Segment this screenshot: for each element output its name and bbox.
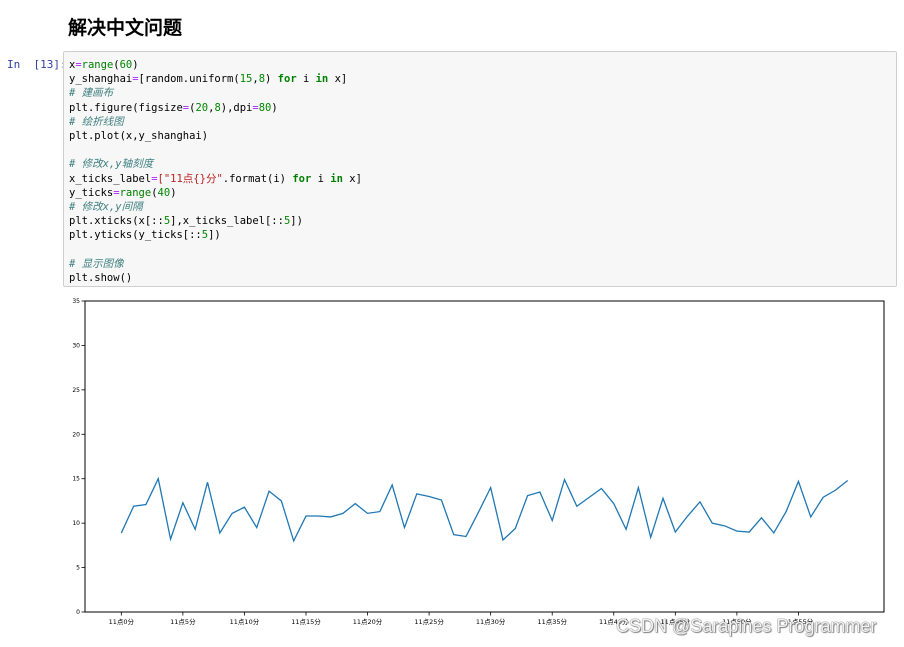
code-token: x] xyxy=(342,172,362,185)
plot-frame xyxy=(84,300,885,613)
y-tick-label: 5 xyxy=(76,565,80,572)
code-line: plt.plot(x,y_shanghai) xyxy=(69,129,362,143)
section-heading: 解决中文问题 xyxy=(68,17,183,39)
code-line: # 建画布 xyxy=(69,86,362,100)
code-token: y_ticks xyxy=(69,186,114,199)
code-token: plt.yticks(y_ticks[:: xyxy=(69,229,202,242)
code-token: range xyxy=(119,186,152,199)
code-token: ]) xyxy=(290,215,303,228)
code-token: plt.figure(figsize xyxy=(69,101,183,114)
code-token: 20 xyxy=(195,101,209,114)
code-token: # 绘折线图 xyxy=(69,115,124,128)
code-token: x_ticks_label xyxy=(69,172,152,185)
code-token: y_shanghai xyxy=(69,73,133,86)
watermark-text: CSDN @Sarapines Programmer xyxy=(616,616,877,636)
x-tick-label: 11点25分 xyxy=(414,617,444,626)
y-tick-label: 20 xyxy=(72,431,80,438)
y-tick-label: 25 xyxy=(72,387,80,394)
code-token: ) xyxy=(271,101,278,114)
x-tick-label: 11点30分 xyxy=(476,617,506,626)
code-token: # 显示图像 xyxy=(69,257,124,270)
code-token: for xyxy=(277,73,297,86)
code-token: ) xyxy=(132,59,139,71)
y-tick-label: 0 xyxy=(76,609,80,616)
code-line: # 绘折线图 xyxy=(69,115,362,129)
code-token: 15 xyxy=(239,73,253,86)
code-line: plt.yticks(y_ticks[::5]) xyxy=(69,228,362,242)
output-area: 0 5 10 15 20 25 30 35 11点0分 11点5分 11点10分 11点15分 11点… xyxy=(63,292,897,630)
code-token: i xyxy=(296,73,316,86)
code-token: 80 xyxy=(258,101,272,114)
code-token: i xyxy=(311,172,331,185)
code-token: ]) xyxy=(208,229,221,242)
x-tick-label: 11点15分 xyxy=(291,617,321,626)
code-line: # 显示图像 xyxy=(69,257,362,271)
code-token: range xyxy=(81,59,114,71)
code-line: # 修改x,y轴刻度 xyxy=(69,157,362,171)
code-token: plt.plot(x,y_shanghai) xyxy=(69,130,209,143)
code-token: ) xyxy=(265,73,278,86)
code-token: plt.show() xyxy=(69,272,133,285)
code-token: ],x_ticks_label[:: xyxy=(170,215,284,228)
code-line: y_ticks=range(40) xyxy=(69,186,362,200)
code-editor[interactable]: x=range(60) y_shanghai=[random.uniform(15… xyxy=(69,58,362,285)
code-token: .format(i) xyxy=(222,172,293,185)
x-tick-label: 11点0分 xyxy=(109,617,135,626)
code-line: plt.show() xyxy=(69,271,362,285)
code-token: # 建画布 xyxy=(69,87,114,100)
code-token: # 修改x,y轴刻度 xyxy=(69,158,154,171)
line-chart: 0 5 10 15 20 25 30 35 11点0分 11点5分 11点10分 11点15分 11点… xyxy=(72,298,885,626)
y-tick-label: 35 xyxy=(72,298,80,305)
input-prompt: In [13]: xyxy=(7,58,67,71)
y-tick-label: 15 xyxy=(72,476,80,483)
code-line: y_shanghai=[random.uniform(15,8) for i i… xyxy=(69,72,362,86)
x-tick-label: 11点35分 xyxy=(537,617,567,626)
code-token: 40 xyxy=(157,186,171,199)
code-line: x=range(60) xyxy=(69,58,362,72)
x-tick-label: 11点5分 xyxy=(170,617,196,626)
code-line: plt.xticks(x[::5],x_ticks_label[::5]) xyxy=(69,214,362,228)
y-tick-label: 10 xyxy=(72,520,80,527)
series-line xyxy=(120,476,849,543)
code-line: plt.figure(figsize=(20,8),dpi=80) xyxy=(69,101,362,115)
y-tick-label: 30 xyxy=(72,342,80,349)
code-line: # 修改x,y间隔 xyxy=(69,200,362,214)
code-token: in xyxy=(315,73,329,86)
code-token: 60 xyxy=(119,59,133,71)
x-tick-label: 11点20分 xyxy=(353,617,383,626)
code-token: in xyxy=(330,172,343,185)
code-token: [random.uniform( xyxy=(138,73,240,86)
code-token: plt.xticks(x[:: xyxy=(69,215,164,228)
code-token: for xyxy=(292,172,312,185)
code-token: x] xyxy=(328,73,348,86)
code-cell[interactable]: x=range(60) y_shanghai=[random.uniform(15… xyxy=(63,51,897,287)
code-token: # 修改x,y间隔 xyxy=(69,201,143,214)
x-tick-label: 11点10分 xyxy=(230,617,260,626)
code-line: x_ticks_label=["11点{}分".format(i) for i … xyxy=(69,172,362,186)
code-token: ["11点{}分" xyxy=(157,172,223,185)
y-axis: 0 5 10 15 20 25 30 35 xyxy=(72,298,85,616)
code-token: ) xyxy=(170,186,177,199)
code-token: ),dpi xyxy=(220,101,253,114)
